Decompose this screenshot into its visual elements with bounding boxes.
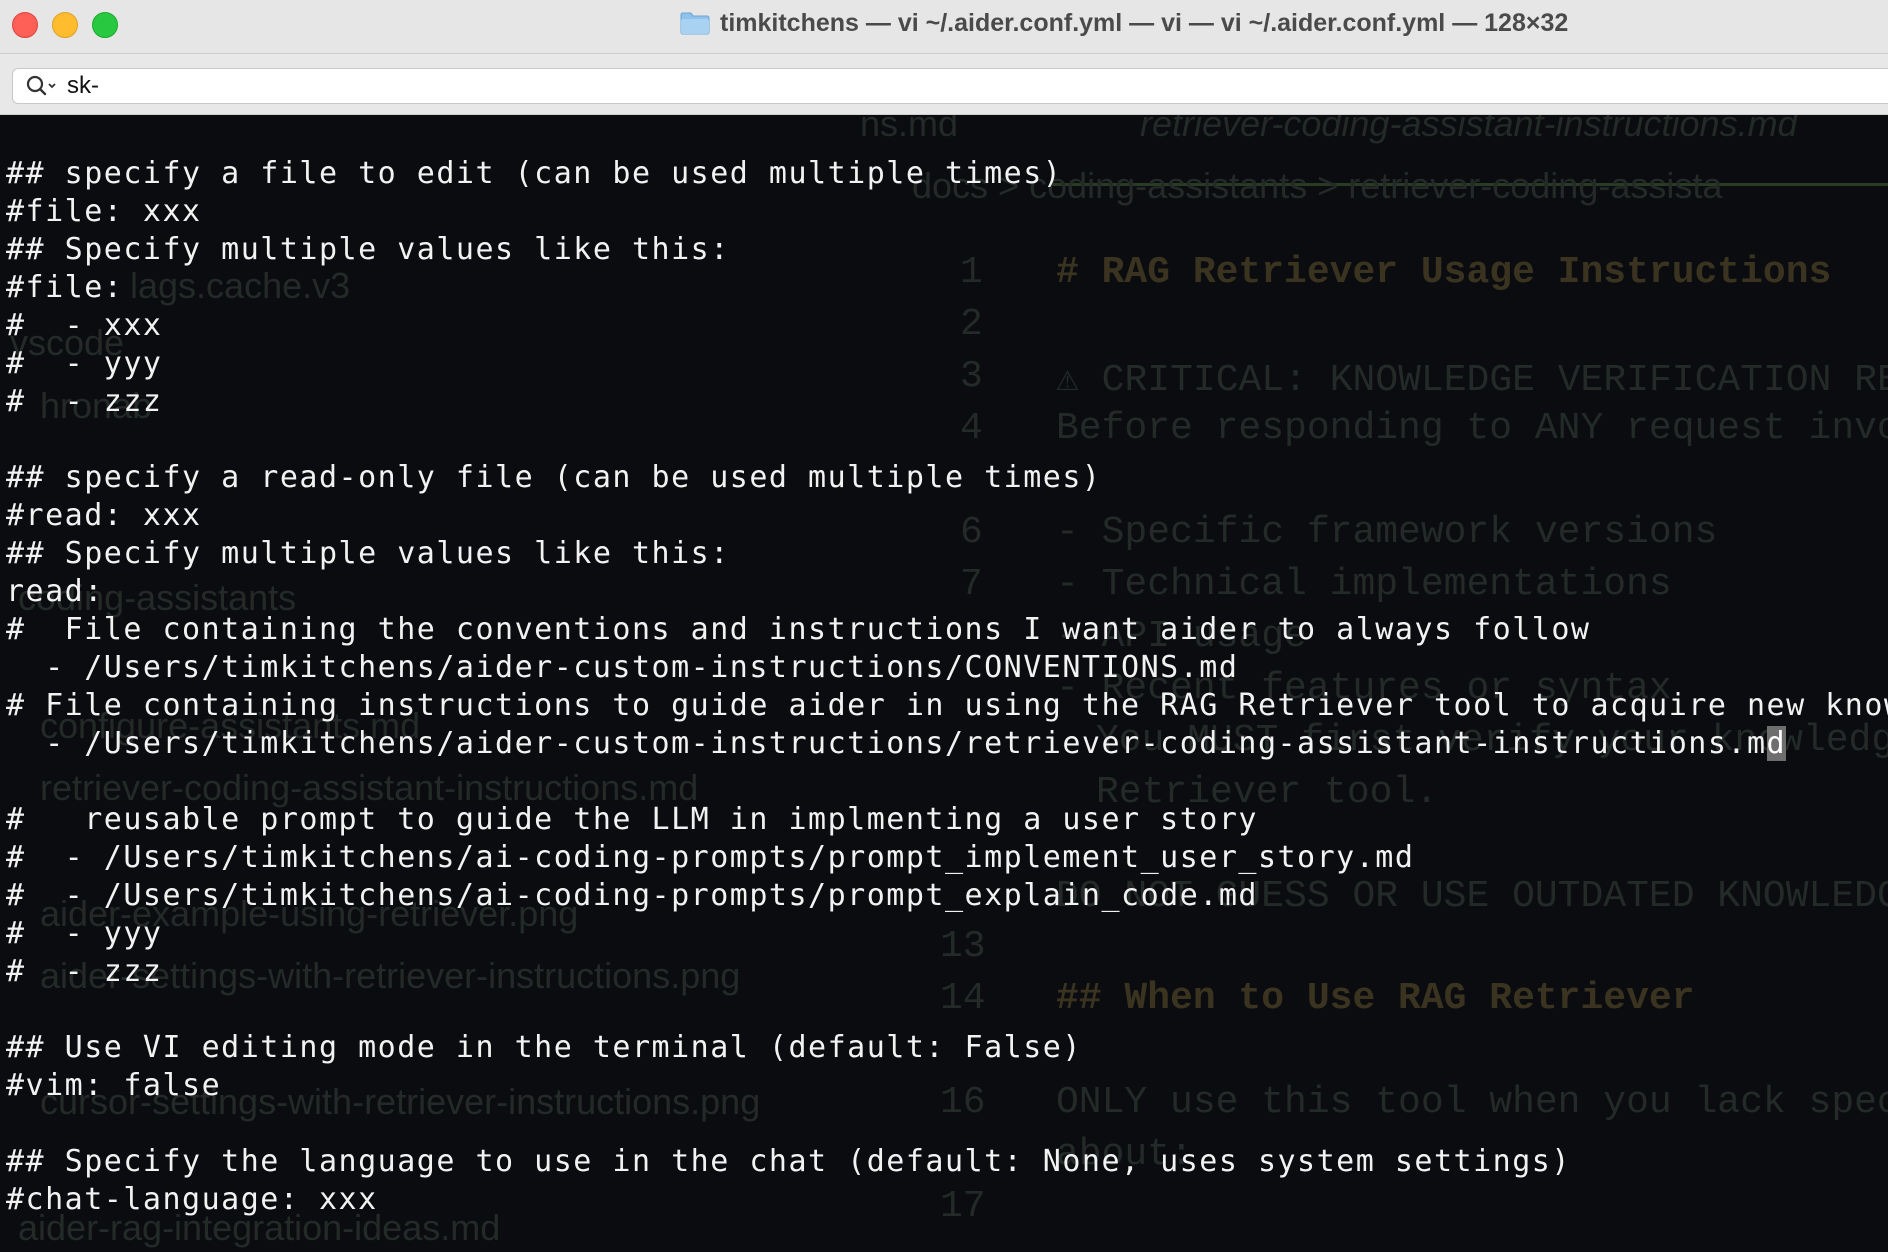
terminal-line: #file: xxx	[6, 194, 202, 229]
terminal-line: # - yyy	[6, 916, 163, 951]
find-input[interactable]	[67, 72, 667, 100]
terminal-line: # reusable prompt to guide the LLM in im…	[6, 802, 1258, 837]
terminal-line: # - zzz	[6, 384, 163, 419]
terminal-line: # File containing instructions to guide …	[6, 688, 1888, 723]
window-title: timkitchens — vi ~/.aider.conf.yml — vi …	[720, 8, 1569, 37]
bg-tab-title: retriever-coding-assistant-instructions.…	[1140, 115, 1798, 144]
terminal-line: # - zzz	[6, 954, 163, 989]
terminal-line: #file:	[6, 270, 124, 305]
close-window-button[interactable]	[12, 12, 38, 38]
terminal-lines: ## specify a file to edit (can be used m…	[6, 155, 1888, 1219]
terminal-window: timkitchens — vi ~/.aider.conf.yml — vi …	[0, 0, 1888, 1252]
terminal-line: ## specify a read-only file (can be used…	[6, 460, 1102, 495]
terminal-line: ## Specify multiple values like this:	[6, 232, 730, 267]
terminal-line: #read: xxx	[6, 498, 202, 533]
terminal-line: ## Specify multiple values like this:	[6, 536, 730, 571]
terminal-cursor: d	[1766, 726, 1787, 761]
terminal-line: ## specify a file to edit (can be used m…	[6, 156, 1063, 191]
terminal-line: # - xxx	[6, 308, 163, 343]
terminal-line: #chat-language: xxx	[6, 1182, 378, 1217]
terminal-line: read:	[6, 574, 104, 609]
terminal-line: # File containing the conventions and in…	[6, 612, 1591, 647]
title-bar[interactable]: timkitchens — vi ~/.aider.conf.yml — vi …	[0, 0, 1888, 54]
maximize-window-button[interactable]	[92, 12, 118, 38]
bg-tab-partial: ns.md	[860, 115, 959, 144]
terminal-content[interactable]: ns.md retriever-coding-assistant-instruc…	[0, 115, 1888, 1252]
terminal-line: ## Specify the language to use in the ch…	[6, 1144, 1571, 1179]
folder-icon	[680, 11, 710, 35]
terminal-line-text: - /Users/timkitchens/aider-custom-instru…	[6, 726, 1767, 761]
search-icon[interactable]	[23, 71, 63, 101]
find-bar	[0, 54, 1888, 115]
terminal-line: # - yyy	[6, 346, 163, 381]
minimize-window-button[interactable]	[52, 12, 78, 38]
terminal-cursor-line: - /Users/timkitchens/aider-custom-instru…	[6, 725, 1888, 763]
terminal-line: ## Use VI editing mode in the terminal (…	[6, 1030, 1082, 1065]
terminal-line: # - /Users/timkitchens/ai-coding-prompts…	[6, 878, 1258, 913]
window-title-group: timkitchens — vi ~/.aider.conf.yml — vi …	[680, 8, 1568, 38]
terminal-line: #vim: false	[6, 1068, 222, 1103]
terminal-line: - /Users/timkitchens/aider-custom-instru…	[6, 650, 1239, 685]
terminal-line: # - /Users/timkitchens/ai-coding-prompts…	[6, 840, 1415, 875]
find-box[interactable]	[12, 68, 1888, 104]
